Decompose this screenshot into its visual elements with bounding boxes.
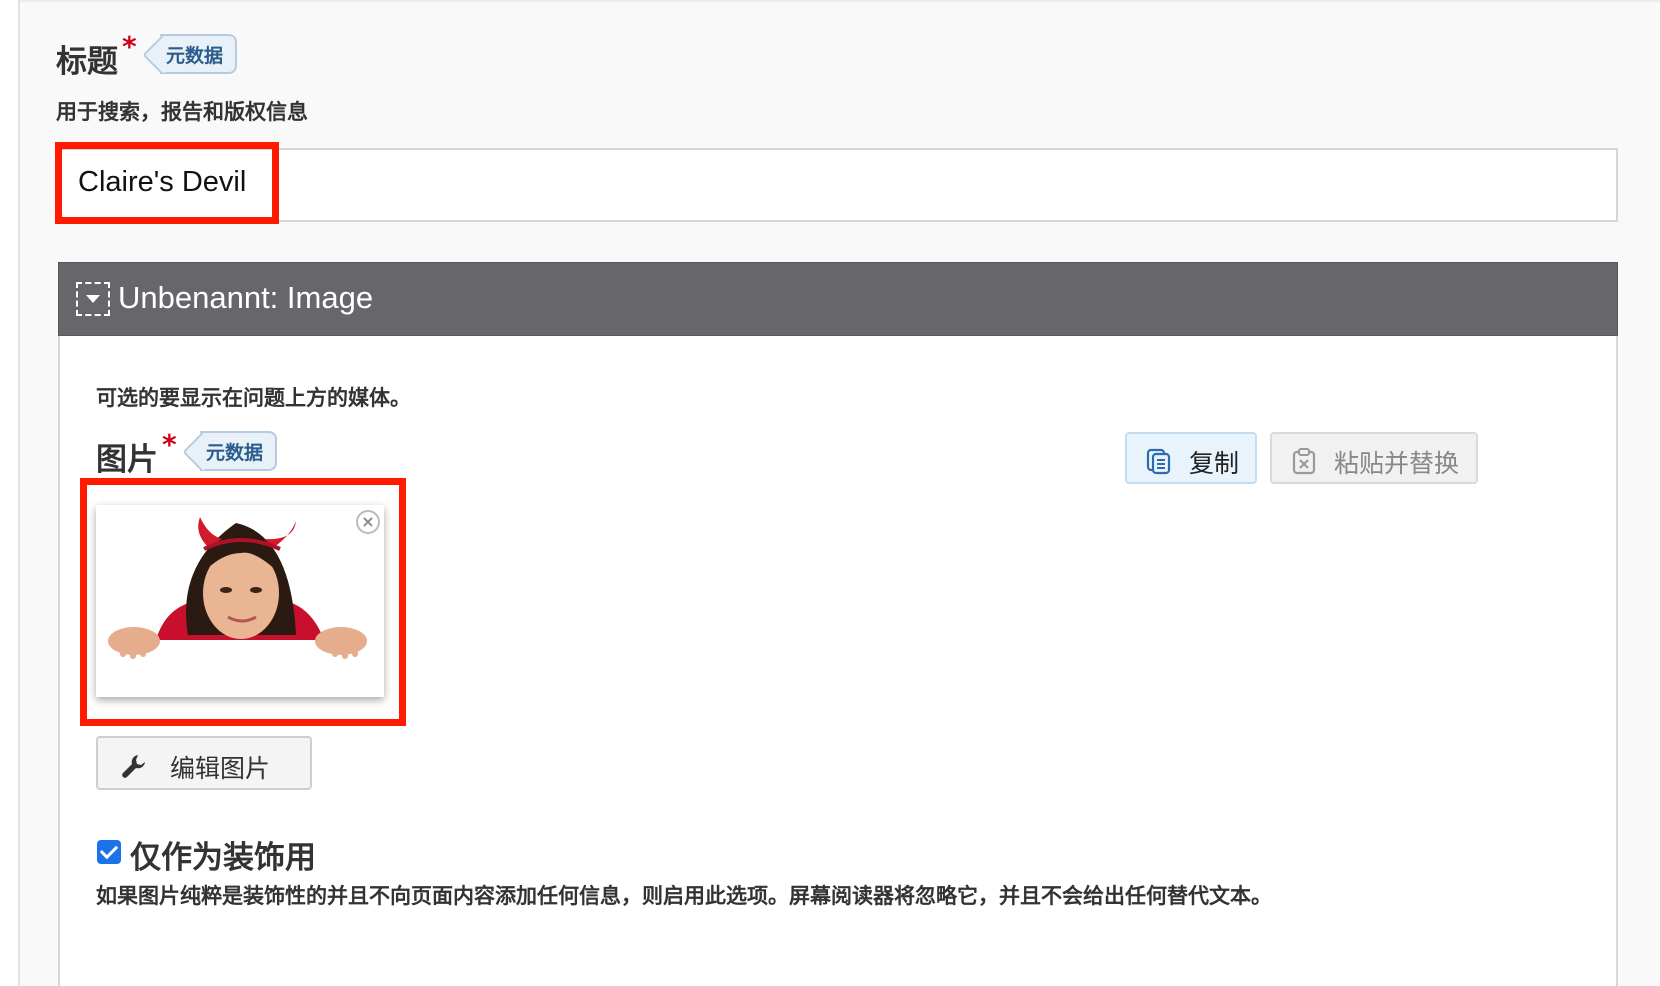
copy-button[interactable]: 复制 xyxy=(1125,432,1257,484)
collapse-toggle-icon[interactable] xyxy=(76,282,110,316)
image-label: 图片 xyxy=(96,442,158,478)
edit-image-button[interactable]: 编辑图片 xyxy=(96,736,312,790)
wrench-icon xyxy=(122,755,145,778)
left-border xyxy=(18,0,20,986)
decorative-checkbox[interactable] xyxy=(97,840,121,864)
paste-replace-button-label: 粘贴并替换 xyxy=(1334,449,1460,478)
image-metadata-tag[interactable]: 元数据 xyxy=(200,431,278,471)
copy-button-label: 复制 xyxy=(1189,449,1240,478)
decorative-description: 如果图片纯粹是装饰性的并且不向页面内容添加任何信息，则启用此选项。屏幕阅读器将忽… xyxy=(96,884,1272,908)
image-required-mark: * xyxy=(162,428,177,461)
clipboard-icon xyxy=(1292,448,1316,475)
title-description: 用于搜索，报告和版权信息 xyxy=(56,100,308,124)
image-highlight-box xyxy=(80,478,406,726)
title-label: 标题 xyxy=(56,44,118,80)
edit-image-button-label: 编辑图片 xyxy=(170,754,271,783)
image-group-title[interactable]: Unbenannt: Image xyxy=(118,280,373,316)
image-metadata-tag-label: 元数据 xyxy=(206,441,264,464)
group-description: 可选的要显示在问题上方的媒体。 xyxy=(96,386,411,410)
decorative-checkbox-label[interactable]: 仅作为装饰用 xyxy=(130,832,316,877)
top-border xyxy=(20,0,1660,2)
title-metadata-tag[interactable]: 元数据 xyxy=(160,34,238,74)
paste-replace-button[interactable]: 粘贴并替换 xyxy=(1270,432,1478,484)
title-required-mark: * xyxy=(122,30,137,63)
title-input[interactable] xyxy=(58,148,1618,222)
copy-icon xyxy=(1146,448,1171,475)
title-metadata-tag-label: 元数据 xyxy=(166,44,224,67)
title-highlight-box xyxy=(55,142,279,224)
